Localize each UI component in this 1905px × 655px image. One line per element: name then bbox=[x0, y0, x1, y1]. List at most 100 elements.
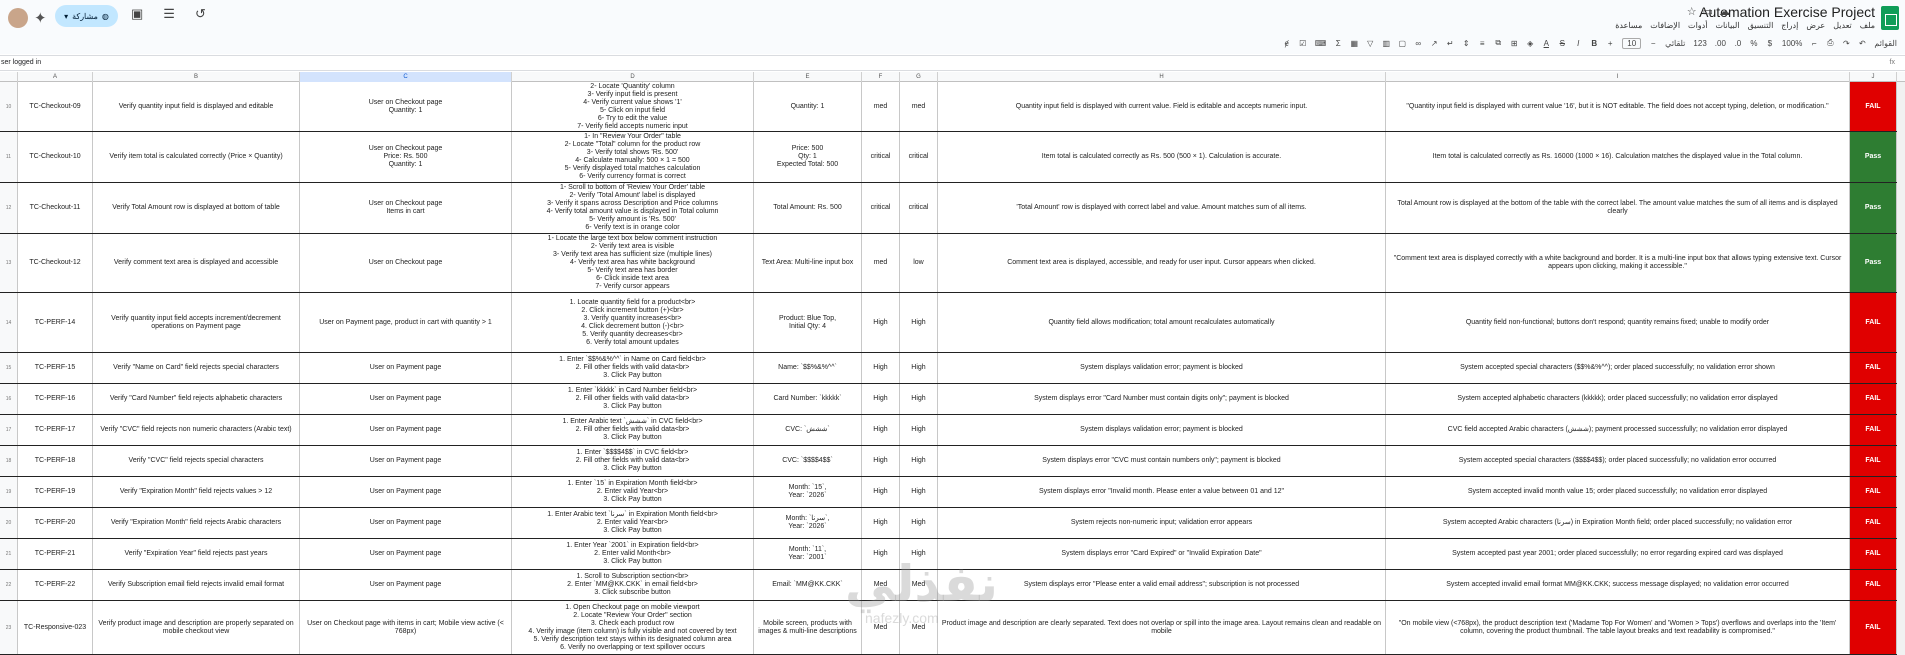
test-case-id[interactable]: TC-Checkout-12 bbox=[18, 234, 93, 292]
column-header[interactable]: A bbox=[18, 72, 93, 82]
test-title[interactable]: Verify Subscription email field rejects … bbox=[93, 570, 300, 600]
row-number[interactable]: 15 bbox=[0, 353, 18, 383]
expected-result[interactable]: System displays error "Card Expired" or … bbox=[938, 539, 1386, 569]
row-number[interactable]: 20 bbox=[0, 508, 18, 538]
status-badge[interactable]: FAIL bbox=[1850, 601, 1897, 654]
number-format[interactable]: 123 bbox=[1693, 39, 1706, 48]
actual-result[interactable]: System accepted invalid month value 15; … bbox=[1386, 477, 1850, 507]
test-title[interactable]: Verify "Expiration Year" field rejects p… bbox=[93, 539, 300, 569]
actual-result[interactable]: System accepted alphabetic characters (k… bbox=[1386, 384, 1850, 414]
menu-edit[interactable]: تعديل bbox=[1833, 21, 1852, 30]
status-badge[interactable]: FAIL bbox=[1850, 570, 1897, 600]
test-steps[interactable]: 1- Locate the large text box below comme… bbox=[512, 234, 754, 292]
status-badge[interactable]: FAIL bbox=[1850, 415, 1897, 445]
test-steps[interactable]: 1. Scroll to Subscription section<br> 2.… bbox=[512, 570, 754, 600]
status-badge[interactable]: FAIL bbox=[1850, 293, 1897, 352]
star-icon[interactable]: ☆ bbox=[1687, 5, 1697, 18]
actual-result[interactable]: "Comment text area is displayed correctl… bbox=[1386, 234, 1850, 292]
test-title[interactable]: Verify "Card Number" field rejects alpha… bbox=[93, 384, 300, 414]
formula-bar-value[interactable]: ser logged in bbox=[1, 59, 41, 66]
priority[interactable]: High bbox=[900, 477, 938, 507]
test-steps[interactable]: 2- Locate 'Quantity' column 3- Verify in… bbox=[512, 82, 754, 131]
test-title[interactable]: Verify quantity input field accepts incr… bbox=[93, 293, 300, 352]
gemini-icon[interactable]: ✦ bbox=[34, 9, 47, 27]
print-icon[interactable]: ⎙ bbox=[1826, 38, 1834, 48]
test-title[interactable]: Verify quantity input field is displayed… bbox=[93, 82, 300, 131]
increase-decimal[interactable]: .00 bbox=[1715, 39, 1726, 48]
test-steps[interactable]: 1. Locate quantity field for a product<b… bbox=[512, 293, 754, 352]
row-number[interactable]: 16 bbox=[0, 384, 18, 414]
actual-result[interactable]: System accepted special characters ($$$$… bbox=[1386, 446, 1850, 476]
test-steps[interactable]: 1. Open Checkout page on mobile viewport… bbox=[512, 601, 754, 654]
status-badge[interactable]: FAIL bbox=[1850, 539, 1897, 569]
priority[interactable]: High bbox=[900, 415, 938, 445]
move-folder-icon[interactable]: ▭ bbox=[1703, 5, 1713, 18]
avatar[interactable] bbox=[8, 8, 28, 28]
test-title[interactable]: Verify "CVC" field rejects special chara… bbox=[93, 446, 300, 476]
borders-icon[interactable]: ⊞ bbox=[1510, 39, 1518, 48]
checklist-icon[interactable]: ☑ bbox=[1299, 39, 1307, 48]
precondition[interactable]: User on Checkout page Price: Rs. 500 Qua… bbox=[300, 132, 512, 182]
test-data[interactable]: Product: Blue Top, Initial Qty: 4 bbox=[754, 293, 862, 352]
test-title[interactable]: Verify Total Amount row is displayed at … bbox=[93, 183, 300, 233]
expected-result[interactable]: System displays validation error; paymen… bbox=[938, 353, 1386, 383]
precondition[interactable]: User on Payment page bbox=[300, 446, 512, 476]
test-case-id[interactable]: TC-PERF-22 bbox=[18, 570, 93, 600]
priority[interactable]: critical bbox=[900, 183, 938, 233]
test-case-id[interactable]: TC-PERF-14 bbox=[18, 293, 93, 352]
menu-help[interactable]: مساعدة bbox=[1615, 21, 1642, 30]
sheets-logo-icon[interactable] bbox=[1881, 6, 1899, 30]
menus-search[interactable]: القوائم bbox=[1874, 39, 1897, 48]
precondition[interactable]: User on Payment page bbox=[300, 570, 512, 600]
severity[interactable]: High bbox=[862, 477, 900, 507]
status-badge[interactable]: FAIL bbox=[1850, 384, 1897, 414]
font-size-decrease-icon[interactable]: − bbox=[1649, 39, 1657, 48]
filter-views-icon[interactable]: ▦ bbox=[1350, 39, 1358, 48]
text-wrap-icon[interactable]: ↵ bbox=[1446, 39, 1454, 48]
test-data[interactable]: Total Amount: Rs. 500 bbox=[754, 183, 862, 233]
font-select[interactable]: تلقائي bbox=[1665, 39, 1685, 48]
undo-icon[interactable]: ↶ bbox=[1858, 39, 1866, 48]
actual-result[interactable]: "Quantity input field is displayed with … bbox=[1386, 82, 1850, 131]
column-header[interactable]: G bbox=[900, 72, 938, 82]
row-number[interactable]: 22 bbox=[0, 570, 18, 600]
zoom-select[interactable]: 100% bbox=[1782, 39, 1802, 48]
column-header[interactable]: B bbox=[93, 72, 300, 82]
strikethrough-button[interactable]: S bbox=[1558, 39, 1566, 48]
status-badge[interactable]: FAIL bbox=[1850, 82, 1897, 131]
test-data[interactable]: CVC: `$$$$4$$` bbox=[754, 446, 862, 476]
bold-button[interactable]: B bbox=[1590, 39, 1598, 48]
row-number[interactable]: 23 bbox=[0, 601, 18, 654]
severity[interactable]: High bbox=[862, 384, 900, 414]
column-header[interactable]: J bbox=[1850, 72, 1897, 82]
test-steps[interactable]: 1- In "Review Your Order" table 2- Locat… bbox=[512, 132, 754, 182]
column-header[interactable]: I bbox=[1386, 72, 1850, 82]
priority[interactable]: High bbox=[900, 446, 938, 476]
precondition[interactable]: User on Payment page bbox=[300, 508, 512, 538]
test-title[interactable]: Verify item total is calculated correctl… bbox=[93, 132, 300, 182]
align-horizontal-icon[interactable]: ≡ bbox=[1478, 39, 1486, 48]
test-title[interactable]: Verify comment text area is displayed an… bbox=[93, 234, 300, 292]
menu-view[interactable]: عرض bbox=[1806, 21, 1825, 30]
currency-format[interactable]: $ bbox=[1766, 39, 1774, 48]
priority[interactable]: High bbox=[900, 353, 938, 383]
test-data[interactable]: Month: `سرنا`, Year: `2026` bbox=[754, 508, 862, 538]
priority[interactable]: low bbox=[900, 234, 938, 292]
priority[interactable]: High bbox=[900, 508, 938, 538]
paint-format-icon[interactable]: ⌐ bbox=[1810, 39, 1818, 48]
menu-file[interactable]: ملف bbox=[1860, 21, 1875, 30]
comments-icon[interactable]: ☰ bbox=[163, 6, 175, 22]
row-number[interactable]: 10 bbox=[0, 82, 18, 131]
italic-button[interactable]: I bbox=[1574, 39, 1582, 48]
expected-result[interactable]: Comment text area is displayed, accessib… bbox=[938, 234, 1386, 292]
precondition[interactable]: User on Checkout page Quantity: 1 bbox=[300, 82, 512, 131]
test-steps[interactable]: 1. Enter Year `2001` in Expiration field… bbox=[512, 539, 754, 569]
row-number[interactable]: 14 bbox=[0, 293, 18, 352]
menu-insert[interactable]: إدراج bbox=[1781, 21, 1798, 30]
test-case-id[interactable]: TC-Checkout-10 bbox=[18, 132, 93, 182]
test-case-id[interactable]: TC-Checkout-09 bbox=[18, 82, 93, 131]
expected-result[interactable]: 'Total Amount' row is displayed with cor… bbox=[938, 183, 1386, 233]
test-steps[interactable]: 1. Enter `15` in Expiration Month field<… bbox=[512, 477, 754, 507]
row-number[interactable]: 18 bbox=[0, 446, 18, 476]
align-vertical-icon[interactable]: ⇕ bbox=[1462, 39, 1470, 48]
